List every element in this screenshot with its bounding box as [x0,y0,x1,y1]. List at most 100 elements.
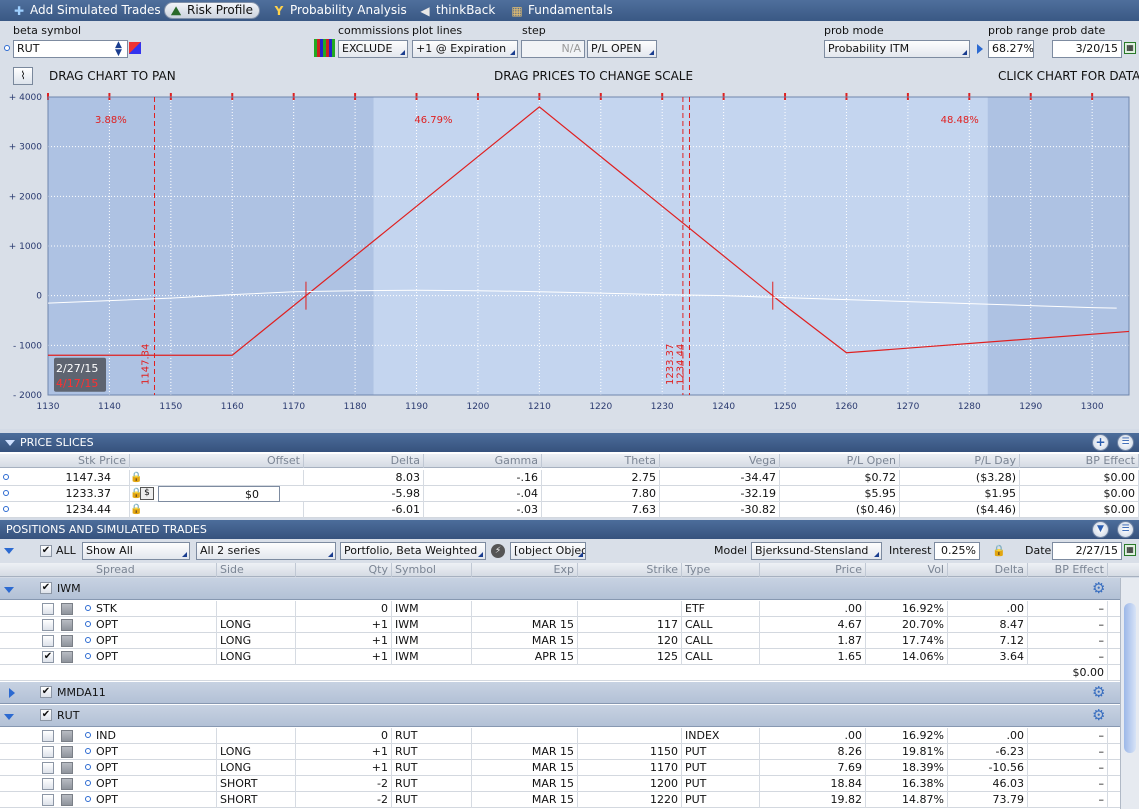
position-vol[interactable]: 14.87% [866,792,948,808]
position-price[interactable]: 19.82 [760,792,866,808]
group-row[interactable]: ✔ MMDA11 ⚙ [0,682,1139,704]
play-icon[interactable] [977,44,983,54]
chart-type-icon[interactable]: ⌇ [13,67,33,85]
lock-icon[interactable]: 🔒 [992,544,1006,557]
pl-mode-select[interactable]: P/L OPEN [587,40,657,58]
position-qty[interactable]: +1 [296,744,392,760]
risk-profile-chart[interactable]: 1130 1140 1150 1160 1170 1180 1190 1200 1210 1220… [0,89,1139,429]
position-menu-icon[interactable] [61,603,73,615]
position-qty[interactable]: 0 [296,728,392,744]
show-select[interactable]: Show All [82,542,190,560]
position-menu-icon[interactable] [61,746,73,758]
position-menu-icon[interactable] [61,730,73,742]
tab-probability-analysis[interactable]: Y Probability Analysis [268,2,413,19]
slice-offset[interactable]: $0 [158,486,280,502]
gear-icon[interactable]: ⚙ [1092,706,1105,724]
color-picker-icon[interactable] [129,42,141,54]
position-checkbox[interactable] [42,619,54,631]
position-row[interactable]: STK 0 IWM ETF .00 16.92% .00– [0,601,1139,617]
position-vol[interactable]: 16.92% [866,728,948,744]
position-link-icon[interactable] [85,605,91,611]
tab-risk-profile[interactable]: ⛰ Risk Profile [164,2,260,19]
step-input[interactable]: N/A [521,40,585,58]
position-price[interactable]: 4.67 [760,617,866,633]
position-checkbox[interactable] [42,746,54,758]
commissions-grid-icon[interactable] [314,39,335,57]
groups-select[interactable]: [object Object],[object Object],[object … [510,542,586,560]
calendar-icon[interactable]: ▦ [1124,42,1136,54]
position-link-icon[interactable] [85,732,91,738]
slice-price[interactable]: 1234.44 [0,502,130,518]
gear-icon[interactable]: ⚙ [1092,579,1105,597]
position-price[interactable]: .00 [760,601,866,617]
position-price[interactable]: 7.69 [760,760,866,776]
slice-price[interactable]: 1147.34 [0,470,130,486]
position-menu-icon[interactable] [61,651,73,663]
position-qty[interactable]: +1 [296,617,392,633]
position-qty[interactable]: -2 [296,792,392,808]
position-checkbox[interactable] [42,635,54,647]
group-checkbox[interactable]: ✔ [40,582,52,594]
position-checkbox[interactable] [42,778,54,790]
position-row[interactable]: OPT SHORT -2 RUT MAR 15 1220 PUT 19.82 14.87% 73.… [0,792,1139,808]
position-checkbox[interactable] [42,603,54,615]
risk-profile-chart-area[interactable]: 1130 1140 1150 1160 1170 1180 1190 1200 1210 1220… [0,89,1139,429]
beta-symbol-input[interactable]: RUT [13,40,128,58]
group-checkbox[interactable]: ✔ [40,686,52,698]
lightning-icon[interactable]: ⚡ [491,544,505,558]
position-menu-icon[interactable] [61,778,73,790]
position-row[interactable]: OPT SHORT -2 RUT MAR 15 1200 PUT 18.84 16.38% 46.… [0,776,1139,792]
position-vol[interactable]: 16.92% [866,601,948,617]
slice-offset[interactable] [130,470,304,486]
position-checkbox[interactable] [42,762,54,774]
collapse-all-icon[interactable]: ▼ [1092,521,1109,538]
position-vol[interactable]: 16.38% [866,776,948,792]
commissions-select[interactable]: EXCLUDE [338,40,408,58]
scrollbar-thumb[interactable] [1124,603,1136,753]
position-row[interactable]: IND 0 RUT INDEX .00 16.92% .00– [0,728,1139,744]
date-calendar-icon[interactable]: ▦ [1124,544,1136,556]
positions-scrollbar[interactable] [1120,578,1139,809]
prob-range-input[interactable]: 68.27% [988,40,1034,58]
tab-add-simulated-trades[interactable]: ✚ Add Simulated Trades [8,2,167,19]
position-link-icon[interactable] [85,780,91,786]
price-slice-row[interactable]: 1147.34 8.03 -.16 2.75 -34.47 $0.72 ($3.28) $0.… [0,470,1139,486]
position-qty[interactable]: +1 [296,760,392,776]
plot-lines-select[interactable]: +1 @ Expiration [412,40,518,58]
position-link-icon[interactable] [85,637,91,643]
position-menu-icon[interactable] [61,794,73,806]
price-slice-row[interactable]: 1234.44 -6.01 -.03 7.63 -30.82 ($0.46) ($4.46)… [0,502,1139,518]
position-vol[interactable]: 19.81% [866,744,948,760]
position-menu-icon[interactable] [61,762,73,774]
position-vol[interactable]: 20.70% [866,617,948,633]
position-link-icon[interactable] [85,653,91,659]
position-price[interactable]: 1.65 [760,649,866,665]
position-vol[interactable]: 14.06% [866,649,948,665]
position-menu-icon[interactable] [61,635,73,647]
position-checkbox[interactable] [42,730,54,742]
position-vol[interactable]: 17.74% [866,633,948,649]
portfolio-select[interactable]: Portfolio, Beta Weighted [340,542,486,560]
position-row[interactable]: OPT LONG +1 IWM MAR 15 120 CALL 1.87 17.74% 7.12– [0,633,1139,649]
beta-symbol-stepper-icon[interactable]: ▲ ▼ [115,41,127,58]
prob-mode-select[interactable]: Probability ITM [824,40,970,58]
group-collapse-icon[interactable] [4,714,14,720]
position-price[interactable]: .00 [760,728,866,744]
position-link-icon[interactable] [85,748,91,754]
position-row[interactable]: OPT LONG +1 IWM MAR 15 117 CALL 4.67 20.70% 8.47– [0,617,1139,633]
position-row[interactable]: OPT LONG +1 RUT MAR 15 1170 PUT 7.69 18.39% -10.5… [0,760,1139,776]
positions-menu-icon[interactable]: ☰ [1117,521,1134,538]
menu-icon[interactable]: ☰ [1117,434,1134,451]
interest-input[interactable]: 0.25% [934,542,980,560]
position-row[interactable]: OPT LONG +1 RUT MAR 15 1150 PUT 8.26 19.81% -6.23… [0,744,1139,760]
model-select[interactable]: Bjerksund-Stensland [751,542,882,560]
date-input[interactable]: 2/27/15 [1052,542,1122,560]
position-qty[interactable]: 0 [296,601,392,617]
position-qty[interactable]: +1 [296,649,392,665]
prob-date-input[interactable]: 3/20/15 [1052,40,1122,58]
position-row[interactable]: ✔ OPT LONG +1 IWM APR 15 125 CALL 1.65 14.06% 3.64… [0,649,1139,665]
position-checkbox[interactable] [42,794,54,806]
position-qty[interactable]: +1 [296,633,392,649]
position-menu-icon[interactable] [61,619,73,631]
slice-lock-icon[interactable]: 🔒 [130,472,142,483]
